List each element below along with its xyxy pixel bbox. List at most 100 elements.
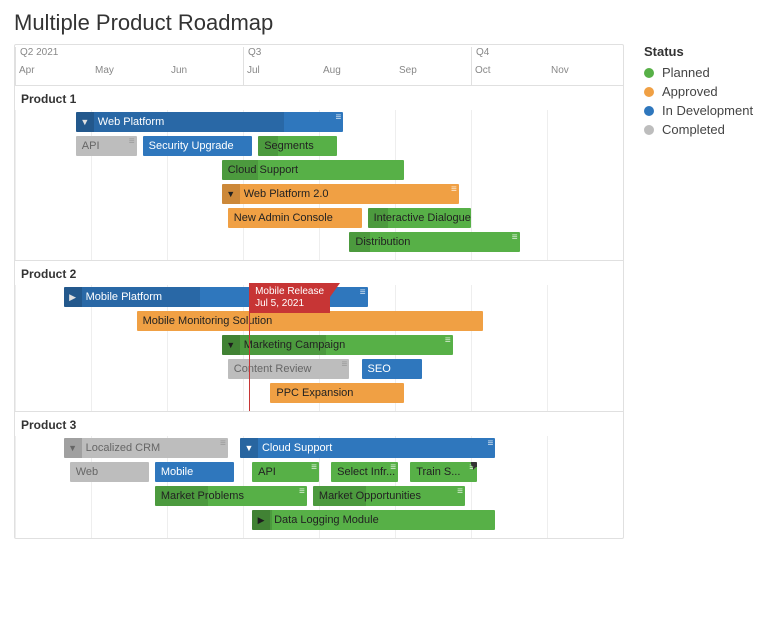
roadmap-bar[interactable]: Train S...≡ (410, 462, 477, 482)
group-title: Product 1 (15, 86, 623, 110)
roadmap-bar[interactable]: SEO (362, 359, 423, 379)
milestone-date: Jul 5, 2021 (255, 298, 324, 310)
legend-dot (644, 68, 654, 78)
comment-icon[interactable] (471, 462, 477, 467)
roadmap-row: Market Problems ≡ Market Opportunities ≡ (15, 484, 623, 508)
grip-icon[interactable]: ≡ (299, 488, 305, 496)
bar-label: Data Logging Module (274, 514, 379, 526)
chevron-down-icon[interactable]: ▼ (64, 438, 82, 458)
roadmap-row: PPC Expansion (15, 381, 623, 405)
roadmap-bar[interactable]: Mobile Monitoring Solution (137, 311, 484, 331)
roadmap-bar[interactable]: ▼ Cloud Support ≡ (240, 438, 495, 458)
roadmap-row: ▼Marketing Campaign≡ (15, 333, 623, 357)
bar-label: Market Opportunities (319, 490, 421, 502)
legend-title: Status (644, 44, 754, 59)
grip-icon[interactable]: ≡ (445, 337, 451, 345)
roadmap-bar[interactable]: API ≡ (76, 136, 137, 156)
bar-label: API (82, 140, 100, 152)
roadmap-bar[interactable]: Market Opportunities ≡ (313, 486, 465, 506)
roadmap-bar[interactable]: ▼Localized CRM≡ (64, 438, 228, 458)
grip-icon[interactable]: ≡ (311, 464, 317, 472)
month-label: Oct (471, 65, 491, 76)
roadmap-bar[interactable]: Interactive Dialogue... (368, 208, 471, 228)
bar-label: Web (76, 466, 98, 478)
grip-icon[interactable]: ≡ (360, 289, 366, 297)
roadmap-chart[interactable]: Q2 2021Q3Q4AprMayJunJulAugSepOctNov Prod… (14, 44, 624, 539)
grip-icon[interactable]: ≡ (457, 488, 463, 496)
roadmap-bar[interactable]: PPC Expansion (270, 383, 404, 403)
roadmap-bar[interactable]: Select Infr...≡ (331, 462, 398, 482)
chevron-down-icon[interactable]: ▼ (240, 438, 258, 458)
bar-label: API (258, 466, 276, 478)
grip-icon[interactable]: ≡ (220, 440, 226, 448)
roadmap-bar[interactable]: Web (70, 462, 149, 482)
bar-label: Mobile Monitoring Solution (143, 315, 273, 327)
legend-dot (644, 106, 654, 116)
legend-label: Planned (662, 65, 710, 80)
bar-label: Segments (264, 140, 314, 152)
legend-label: Completed (662, 122, 725, 137)
group: Product 2Mobile ReleaseJul 5, 2021▶Mobil… (15, 260, 623, 411)
legend-item-completed[interactable]: Completed (644, 122, 754, 137)
roadmap-bar[interactable]: Market Problems ≡ (155, 486, 307, 506)
roadmap-row: ▶Data Logging Module (15, 508, 623, 532)
bar-label: Mobile Platform (86, 291, 162, 303)
month-label: Aug (319, 65, 341, 76)
bar-label: Content Review (234, 363, 312, 375)
roadmap-row: ▼ Web Platform 2.0 ≡ (15, 182, 623, 206)
roadmap-bar[interactable]: Segments (258, 136, 337, 156)
month-label: Jun (167, 65, 187, 76)
roadmap-row: API ≡ Security Upgrade Segments (15, 134, 623, 158)
bar-label: Mobile (161, 466, 193, 478)
roadmap-bar[interactable]: ▼ Web Platform 2.0 ≡ (222, 184, 459, 204)
grip-icon[interactable]: ≡ (342, 361, 348, 369)
bar-label: Market Problems (161, 490, 244, 502)
bar-label: Interactive Dialogue... (374, 212, 471, 224)
roadmap-row: Content Review ≡ SEO (15, 357, 623, 381)
grip-icon[interactable]: ≡ (335, 114, 341, 122)
legend-item-development[interactable]: In Development (644, 103, 754, 118)
bar-label: SEO (368, 363, 391, 375)
roadmap-bar[interactable]: ▼Web Platform≡ (76, 112, 344, 132)
grip-icon[interactable]: ≡ (451, 186, 457, 194)
legend-item-planned[interactable]: Planned (644, 65, 754, 80)
roadmap-bar[interactable]: New Admin Console (228, 208, 362, 228)
group: Product 1 ▼ Web Platform ≡ API ≡ Security Upgr… (15, 85, 623, 260)
bar-label: Train S... (416, 466, 460, 478)
month-label: Nov (547, 65, 569, 76)
bar-label: Cloud Support (228, 164, 298, 176)
bar-label: Web Platform (98, 116, 164, 128)
legend-dot (644, 125, 654, 135)
bar-label: Cloud Support (262, 442, 332, 454)
grip-icon[interactable]: ≡ (129, 138, 135, 146)
roadmap-bar[interactable]: Mobile (155, 462, 234, 482)
roadmap-row: Distribution≡ (15, 230, 623, 254)
chevron-down-icon[interactable]: ▼ (222, 184, 240, 204)
legend-item-approved[interactable]: Approved (644, 84, 754, 99)
roadmap-row: ▼Localized CRM≡▼Cloud Support≡ (15, 436, 623, 460)
legend-dot (644, 87, 654, 97)
timeline-header: Q2 2021Q3Q4AprMayJunJulAugSepOctNov (15, 45, 623, 85)
group-title: Product 3 (15, 412, 623, 436)
bar-label: Web Platform 2.0 (244, 188, 329, 200)
roadmap-bar[interactable]: Cloud Support (222, 160, 404, 180)
roadmap-bar[interactable]: Content Review ≡ (228, 359, 350, 379)
roadmap-bar[interactable]: Distribution≡ (349, 232, 519, 252)
roadmap-bar[interactable]: ▼Marketing Campaign≡ (222, 335, 453, 355)
roadmap-bar[interactable]: API ≡ (252, 462, 319, 482)
month-label: Jul (243, 65, 260, 76)
roadmap-bar[interactable]: Security Upgrade (143, 136, 252, 156)
milestone-title: Mobile Release (255, 286, 324, 298)
bar-label: Security Upgrade (149, 140, 234, 152)
bar-label: PPC Expansion (276, 387, 353, 399)
grip-icon[interactable]: ≡ (487, 440, 493, 448)
roadmap-row: ▼Web Platform≡ (15, 110, 623, 134)
month-label: May (91, 65, 114, 76)
legend: Status Planned Approved In Development Comp… (624, 44, 754, 539)
grip-icon[interactable]: ≡ (512, 234, 518, 242)
roadmap-bar[interactable]: ▶Data Logging Module (252, 510, 495, 530)
roadmap-row: Web Mobile API ≡ Select Infr...≡ Train S...≡ (15, 460, 623, 484)
milestone-flag[interactable]: Mobile ReleaseJul 5, 2021 (249, 283, 330, 313)
bar-label: New Admin Console (234, 212, 333, 224)
roadmap-row: Cloud Support (15, 158, 623, 182)
